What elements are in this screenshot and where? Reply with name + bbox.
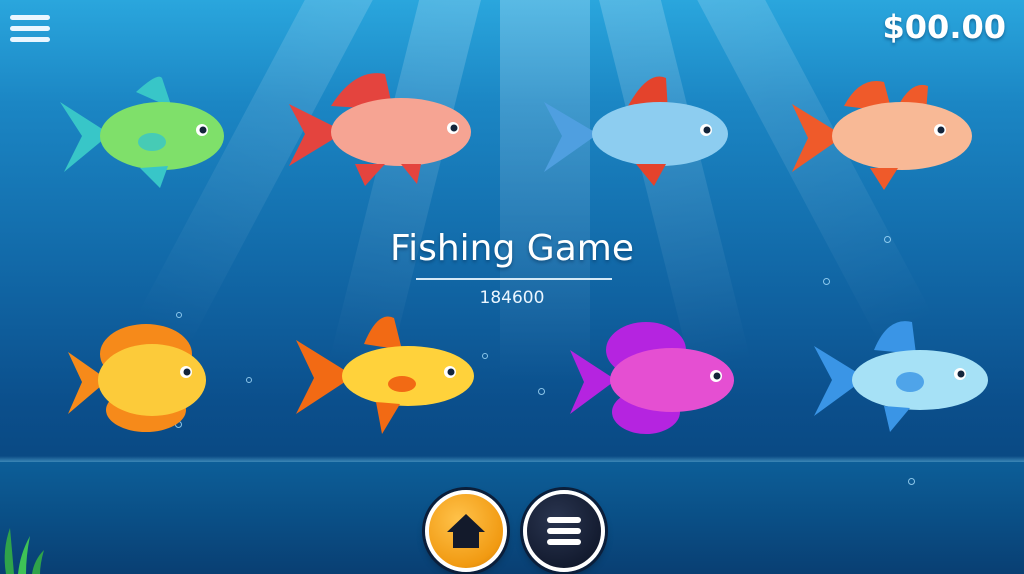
home-icon bbox=[447, 514, 485, 548]
seaweed bbox=[4, 528, 44, 574]
green-fish[interactable] bbox=[50, 72, 240, 192]
light-blue-fish[interactable] bbox=[808, 316, 998, 436]
bubble bbox=[538, 388, 545, 395]
game-scene: Fishing Game 184600 bbox=[0, 0, 1024, 574]
menu-line bbox=[10, 37, 50, 42]
bubble bbox=[176, 312, 182, 318]
game-title: Fishing Game bbox=[390, 228, 634, 269]
title-divider bbox=[416, 278, 612, 280]
menu-icon bbox=[547, 517, 581, 545]
bubble bbox=[482, 353, 488, 359]
game-subtitle-number: 184600 bbox=[479, 288, 545, 308]
magenta-fish[interactable] bbox=[566, 320, 756, 440]
menu-line bbox=[10, 26, 50, 31]
balance-display: $00.00 bbox=[882, 8, 1006, 46]
yellow-fish[interactable] bbox=[290, 314, 480, 434]
hamburger-menu-icon[interactable] bbox=[10, 15, 50, 49]
seafloor bbox=[0, 462, 1024, 574]
bubble bbox=[823, 278, 830, 285]
blue-fish[interactable] bbox=[540, 72, 730, 192]
peach-fish[interactable] bbox=[788, 76, 978, 196]
red-coral-fish[interactable] bbox=[285, 70, 475, 190]
menu-button[interactable] bbox=[523, 490, 605, 572]
bubble bbox=[908, 478, 915, 485]
home-button[interactable] bbox=[425, 490, 507, 572]
orange-round-fish[interactable] bbox=[62, 322, 252, 442]
menu-line bbox=[10, 15, 50, 20]
